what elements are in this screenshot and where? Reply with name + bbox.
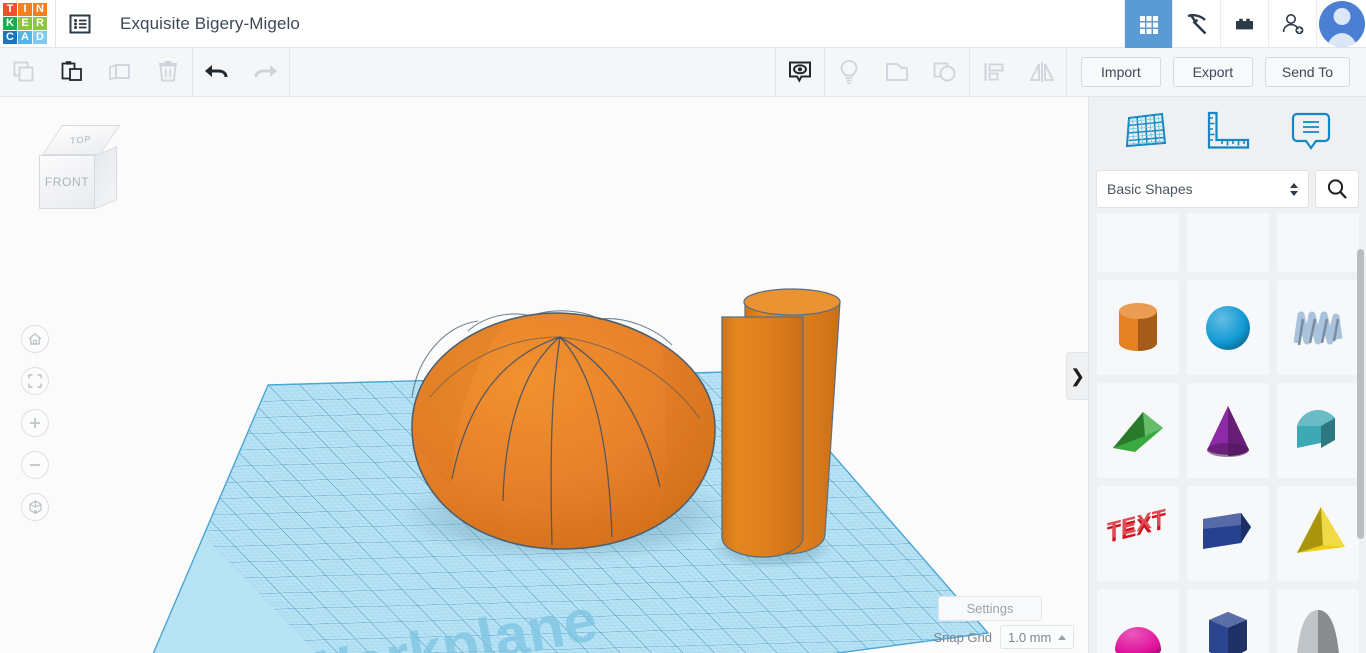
logo-tile: N	[33, 3, 47, 16]
grid-apps-icon[interactable]	[1124, 0, 1172, 48]
shape-library-value: Basic Shapes	[1107, 181, 1193, 197]
hexagon-prism-shape[interactable]	[1187, 589, 1269, 653]
header-actions	[1124, 0, 1366, 48]
fit-view-icon[interactable]	[21, 367, 49, 395]
view-cube[interactable]: TOP FRONT	[24, 119, 120, 209]
logo-tile: K	[3, 17, 17, 30]
group-icon[interactable]	[873, 48, 921, 97]
sphere-shape[interactable]	[1187, 280, 1269, 375]
avatar-image	[1319, 1, 1365, 47]
snap-grid-control: Snap Grid 1.0 mm	[933, 625, 1074, 649]
view-cube-side[interactable]	[95, 146, 117, 209]
shape-library-grid[interactable]: TEXTTEXT	[1089, 213, 1366, 653]
view-cube-top-label: TOP	[70, 134, 92, 146]
logo-tile: C	[3, 31, 17, 44]
logo-tile: E	[18, 17, 32, 30]
mirror-icon[interactable]	[1018, 48, 1066, 97]
roof-shape[interactable]	[1277, 383, 1359, 478]
align-icon[interactable]	[970, 48, 1018, 97]
delete-icon[interactable]	[144, 48, 192, 97]
shape-library-controls: Basic Shapes	[1089, 165, 1366, 213]
view-cube-front-label: FRONT	[45, 175, 89, 189]
navigation-controls	[21, 325, 49, 535]
design-canvas[interactable]: Workplane	[0, 97, 1088, 653]
duplicate-icon[interactable]	[96, 48, 144, 97]
pumpkin-shape	[412, 311, 715, 549]
settings-button[interactable]: Settings	[938, 596, 1042, 621]
redo-icon[interactable]	[241, 48, 289, 97]
workplane-icon[interactable]	[1119, 108, 1171, 154]
panel-collapse-toggle[interactable]: ❯	[1066, 352, 1088, 400]
ruler-icon[interactable]	[1202, 108, 1254, 154]
3d-scene[interactable]: Workplane	[0, 97, 1088, 653]
wedge-shape[interactable]	[1097, 213, 1179, 272]
red-roof-shape[interactable]	[1277, 213, 1359, 272]
view-cube-front[interactable]: FRONT	[39, 155, 95, 209]
dish-shape[interactable]	[1187, 213, 1269, 272]
import-button[interactable]: Import	[1081, 57, 1161, 87]
logo-tile: T	[3, 3, 17, 16]
logo-tile: D	[33, 31, 47, 44]
shape-panel-scrollbar[interactable]	[1357, 249, 1364, 549]
copy-icon[interactable]	[0, 48, 48, 97]
pickaxe-icon[interactable]	[1172, 0, 1220, 48]
cylinder-shape[interactable]	[1097, 280, 1179, 375]
shape-library-select[interactable]: Basic Shapes	[1096, 170, 1309, 208]
perspective-toggle-icon[interactable]	[21, 493, 49, 521]
export-button[interactable]: Export	[1173, 57, 1253, 87]
tinkercad-logo[interactable]: T I N K E R C A D	[3, 3, 47, 45]
add-person-icon[interactable]	[1268, 0, 1316, 48]
notes-icon[interactable]	[1285, 108, 1337, 154]
paraboloid-shape[interactable]	[1277, 589, 1359, 653]
search-icon[interactable]	[1315, 170, 1359, 208]
hide-show-icon[interactable]	[776, 48, 824, 97]
chevron-updown-icon	[1290, 183, 1298, 196]
snap-grid-select[interactable]: 1.0 mm	[1000, 625, 1074, 649]
logo-tile: A	[18, 31, 32, 44]
snap-grid-label: Snap Grid	[933, 630, 992, 645]
pyramid-shape[interactable]	[1277, 486, 1359, 581]
caret-up-icon	[1058, 635, 1066, 640]
toolbar-spacer	[290, 48, 775, 97]
ungroup-icon[interactable]	[921, 48, 969, 97]
scribble-shape[interactable]	[1277, 280, 1359, 375]
page-title: Exquisite Bigery-Migelo	[120, 14, 300, 34]
logo-tile: I	[18, 3, 32, 16]
cylinder-shape	[722, 289, 840, 557]
text-shape[interactable]: TEXTTEXT	[1097, 486, 1179, 581]
paste-icon[interactable]	[48, 48, 96, 97]
zoom-in-icon[interactable]	[21, 409, 49, 437]
logo-tile: R	[33, 17, 47, 30]
wedge-green-shape[interactable]	[1097, 383, 1179, 478]
avatar[interactable]	[1316, 0, 1366, 48]
scrollbar-thumb[interactable]	[1357, 249, 1364, 539]
panel-tool-tabs	[1089, 97, 1366, 165]
lightbulb-icon[interactable]	[825, 48, 873, 97]
box-shape[interactable]	[1187, 486, 1269, 581]
project-list-icon[interactable]	[56, 0, 104, 48]
app-header: T I N K E R C A D Exquisite Bigery-Migel…	[0, 0, 1366, 48]
home-view-icon[interactable]	[21, 325, 49, 353]
toolbar-file-actions: Import Export Send To	[1067, 48, 1366, 97]
edit-toolbar: Import Export Send To	[0, 48, 1366, 97]
cone-shape[interactable]	[1187, 383, 1269, 478]
shapes-panel: Basic Shapes TEXTTEXT	[1088, 97, 1366, 653]
brick-icon[interactable]	[1220, 0, 1268, 48]
undo-icon[interactable]	[193, 48, 241, 97]
snap-grid-value: 1.0 mm	[1008, 630, 1051, 645]
zoom-out-icon[interactable]	[21, 451, 49, 479]
half-sphere-shape[interactable]	[1097, 589, 1179, 653]
send-to-button[interactable]: Send To	[1265, 57, 1350, 87]
